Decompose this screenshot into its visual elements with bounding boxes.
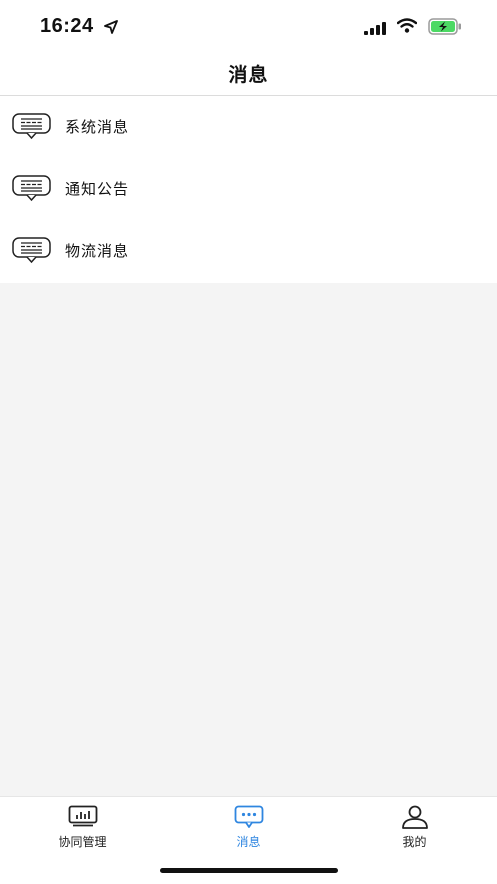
tab-profile[interactable]: 我的 (332, 797, 497, 857)
status-time: 16:24 (40, 15, 94, 37)
tab-label: 我的 (402, 835, 427, 849)
message-item-logistics[interactable]: 物流消息 (0, 220, 497, 282)
user-profile-icon (401, 805, 429, 833)
page-title: 消息 (228, 64, 269, 86)
message-list-icon (12, 174, 52, 208)
message-item-notice[interactable]: 通知公告 (0, 158, 497, 220)
message-list-icon (12, 236, 52, 270)
tab-collaboration[interactable]: 协同管理 (0, 797, 165, 857)
wifi-icon (396, 18, 418, 37)
tab-label: 消息 (236, 835, 261, 849)
location-arrow-icon (104, 19, 118, 38)
message-category-list: 系统消息 通知公告 物流消息 (0, 96, 497, 283)
message-item-label: 通知公告 (65, 180, 130, 198)
tab-label: 协同管理 (58, 835, 107, 849)
message-item-system[interactable]: 系统消息 (0, 96, 497, 158)
chat-bubble-icon (234, 805, 264, 833)
message-list-icon (12, 112, 52, 146)
message-item-label: 系统消息 (65, 118, 130, 136)
battery-charging-icon (428, 18, 462, 39)
tab-messages[interactable]: 消息 (166, 797, 331, 857)
chart-monitor-icon (68, 805, 98, 831)
cellular-signal-icon (364, 20, 388, 39)
status-bar: 16:24 (0, 0, 497, 52)
message-item-label: 物流消息 (65, 242, 130, 260)
home-indicator[interactable] (160, 868, 338, 873)
navigation-header: 消息 (0, 52, 497, 96)
